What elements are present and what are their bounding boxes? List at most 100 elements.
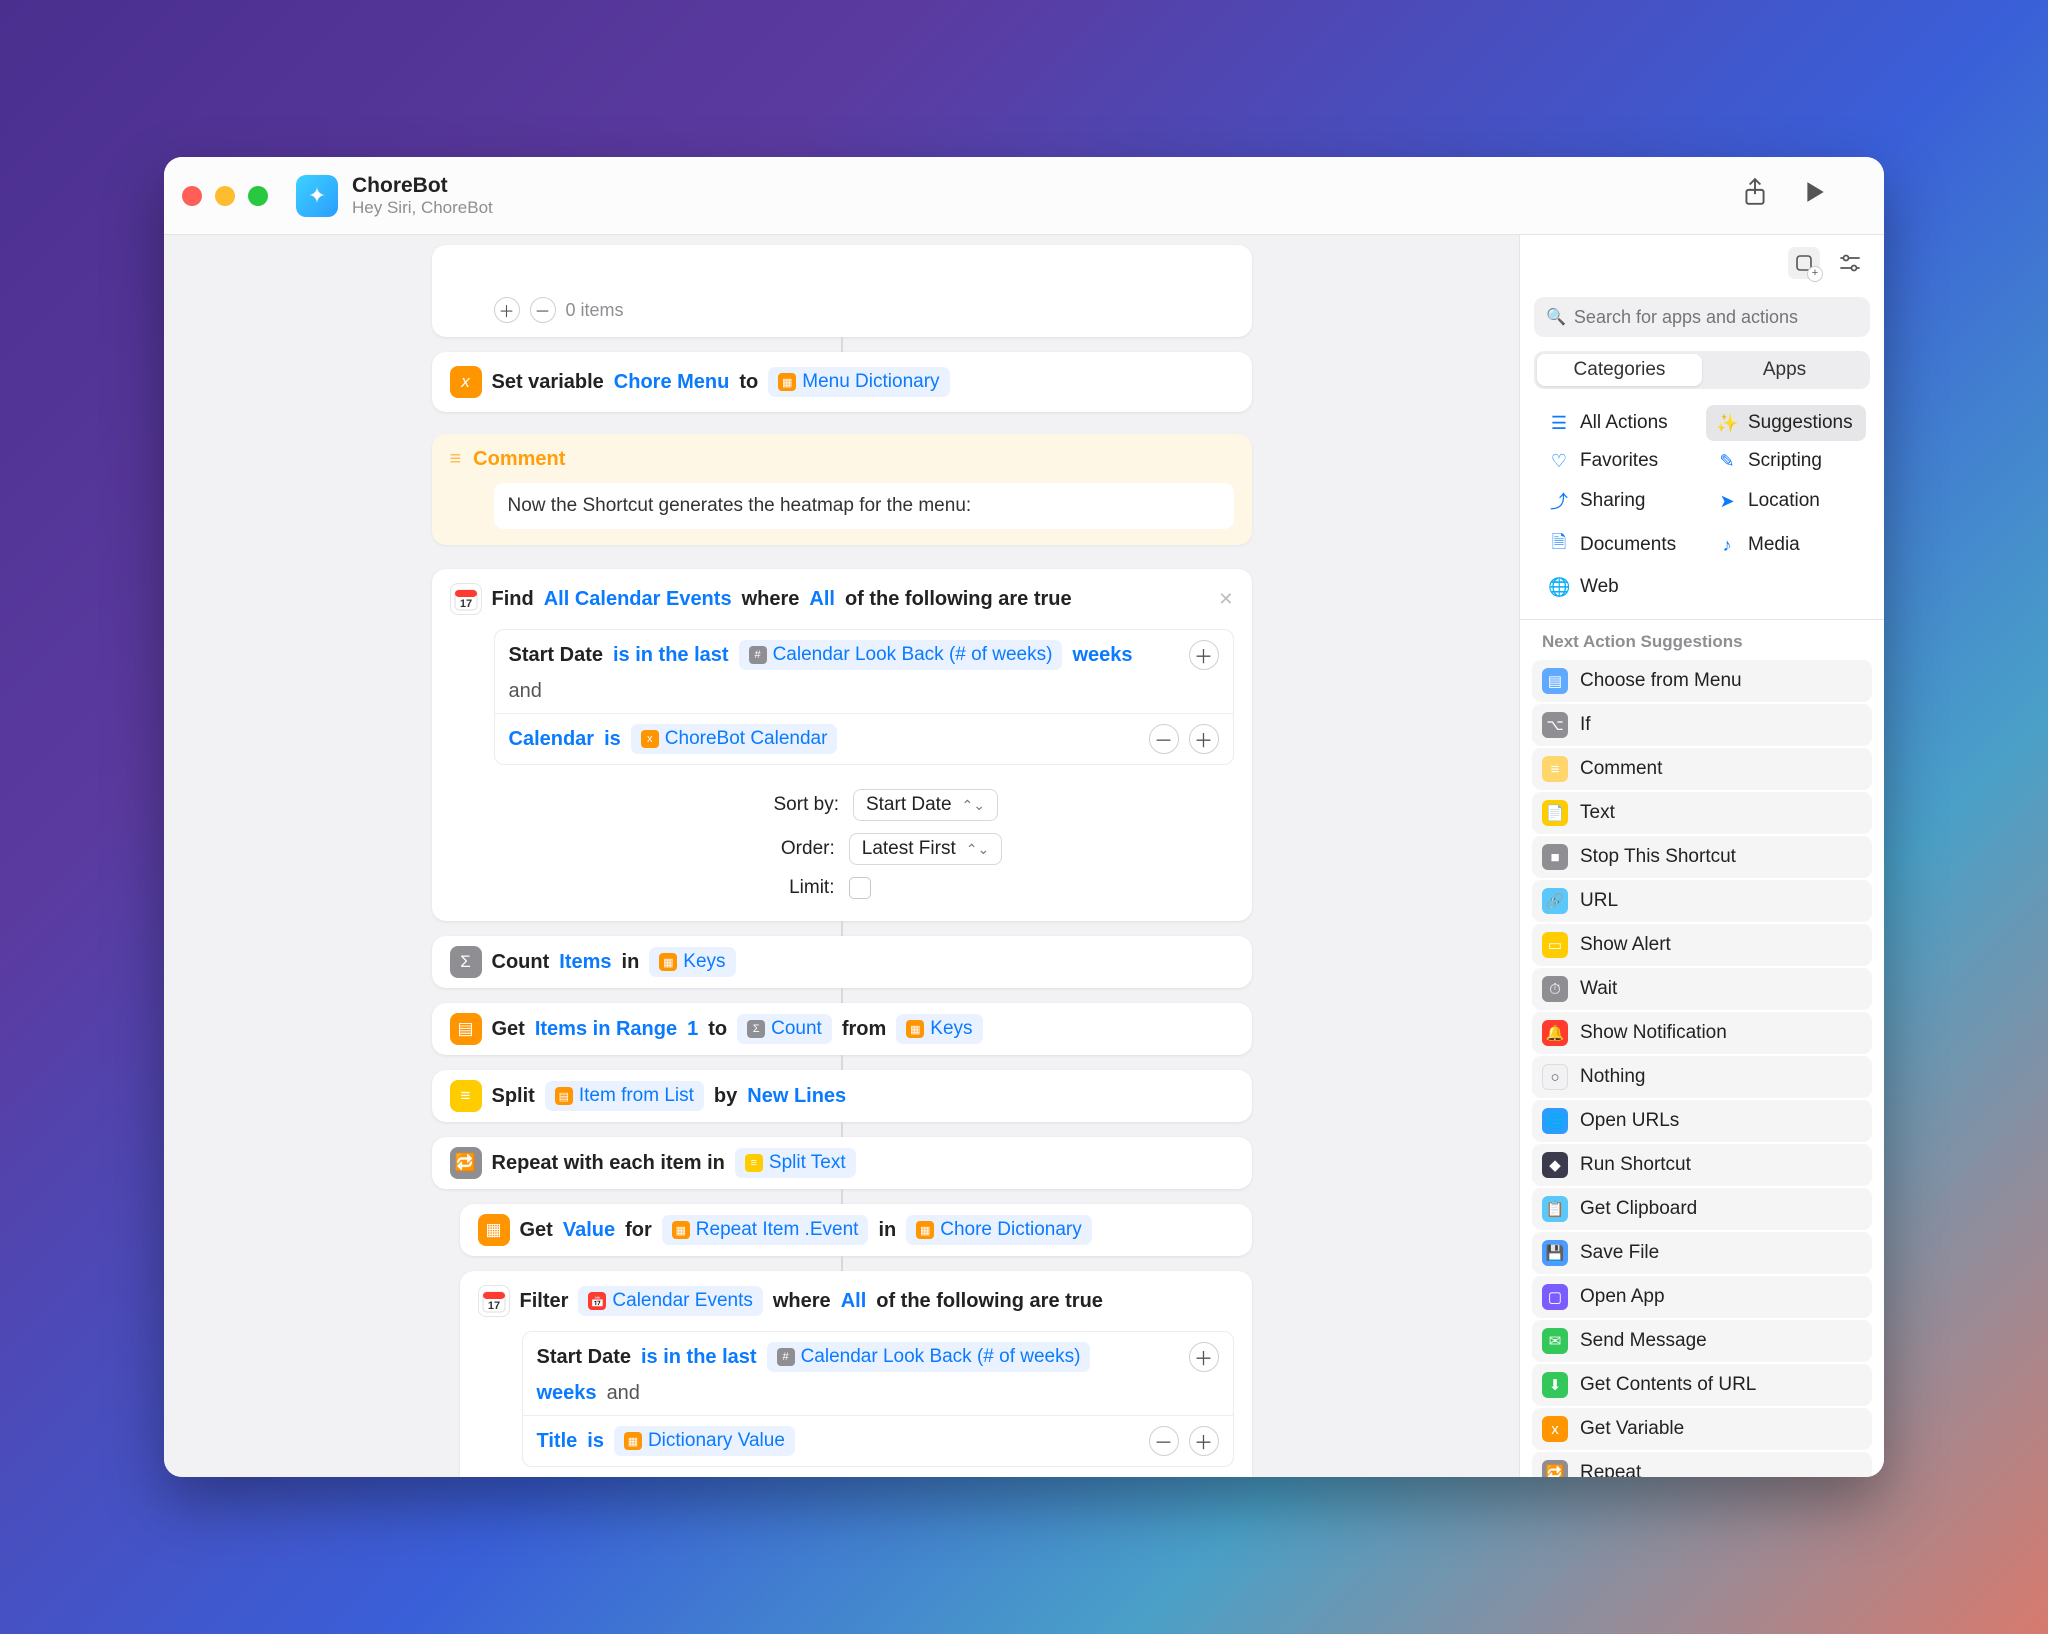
- order-select[interactable]: Latest First⌃⌄: [849, 833, 1002, 865]
- weeks-token-2[interactable]: weeks: [537, 1382, 597, 1405]
- settings-button[interactable]: [1834, 247, 1866, 279]
- tab-apps[interactable]: Apps: [1702, 354, 1867, 386]
- add-filter-button-4[interactable]: ＋: [1189, 1426, 1219, 1456]
- suggestion-item[interactable]: ▢Open App: [1532, 1276, 1872, 1318]
- where-label: where: [742, 588, 800, 611]
- search-icon: 🔍: [1546, 307, 1566, 327]
- repeat-action[interactable]: 🔁 Repeat with each item in ≡Split Text: [432, 1137, 1252, 1189]
- item-from-list-token[interactable]: ▤Item from List: [545, 1081, 704, 1111]
- zoom-window-button[interactable]: [248, 186, 268, 206]
- is-token[interactable]: is: [604, 728, 621, 751]
- suggestion-item[interactable]: ⏱Wait: [1532, 968, 1872, 1010]
- is-in-last-token-2[interactable]: is in the last: [641, 1346, 757, 1369]
- count-action[interactable]: Σ Count Items in ▦Keys: [432, 936, 1252, 988]
- suggestion-item[interactable]: 🔁Repeat: [1532, 1452, 1872, 1477]
- value-token[interactable]: Value: [563, 1219, 615, 1242]
- close-icon[interactable]: ✕: [1218, 589, 1233, 610]
- tab-categories[interactable]: Categories: [1537, 354, 1702, 386]
- menu-dictionary-token[interactable]: ▦Menu Dictionary: [768, 367, 949, 397]
- start-date-field[interactable]: Start Date: [509, 644, 603, 667]
- sort-by-select[interactable]: Start Date⌃⌄: [853, 789, 998, 821]
- repeat-item-token[interactable]: ▦Repeat Item .Event: [662, 1215, 869, 1245]
- suggestion-item[interactable]: ⌥If: [1532, 704, 1872, 746]
- chorebot-calendar-token[interactable]: xChoreBot Calendar: [631, 724, 838, 754]
- keys-token-2[interactable]: ▦Keys: [896, 1014, 982, 1044]
- weeks-token[interactable]: weeks: [1072, 644, 1132, 667]
- close-window-button[interactable]: [182, 186, 202, 206]
- suggestion-item[interactable]: 🌐Open URLs: [1532, 1100, 1872, 1142]
- split-text-token[interactable]: ≡Split Text: [735, 1148, 856, 1178]
- lookback-token[interactable]: #Calendar Look Back (# of weeks): [739, 640, 1063, 670]
- suggestion-item[interactable]: xGet Variable: [1532, 1408, 1872, 1450]
- editor-canvas[interactable]: ＋ － 0 items x Set variable Chore Menu to…: [164, 235, 1520, 1477]
- keys-token[interactable]: ▦Keys: [649, 947, 735, 977]
- cat-media[interactable]: ♪Media: [1706, 523, 1866, 567]
- dictionary-value-token[interactable]: ▦Dictionary Value: [614, 1426, 795, 1456]
- all-token[interactable]: All: [809, 588, 835, 611]
- split-text-action[interactable]: ≡ Split ▤Item from List by New Lines: [432, 1070, 1252, 1122]
- is-in-last-token[interactable]: is in the last: [613, 644, 729, 667]
- cat-favorites[interactable]: ♡Favorites: [1538, 443, 1698, 479]
- suggestion-item[interactable]: ▭Show Alert: [1532, 924, 1872, 966]
- minimize-window-button[interactable]: [215, 186, 235, 206]
- add-filter-button[interactable]: ＋: [1189, 640, 1219, 670]
- comment-text[interactable]: Now the Shortcut generates the heatmap f…: [494, 483, 1234, 529]
- cat-all-actions[interactable]: ☰All Actions: [1538, 405, 1698, 441]
- remove-filter-button-2[interactable]: －: [1149, 1426, 1179, 1456]
- suggestion-item[interactable]: ≡Comment: [1532, 748, 1872, 790]
- suggestion-item[interactable]: 🔗URL: [1532, 880, 1872, 922]
- suggestion-item[interactable]: ✉Send Message: [1532, 1320, 1872, 1362]
- search-field[interactable]: 🔍: [1534, 297, 1870, 337]
- suggestion-item[interactable]: 🔔Show Notification: [1532, 1012, 1872, 1054]
- share-button[interactable]: [1742, 177, 1768, 214]
- cat-documents[interactable]: 🗎Documents: [1538, 523, 1698, 567]
- calendar-events-token[interactable]: 📅Calendar Events: [578, 1286, 762, 1316]
- all-token-2[interactable]: All: [841, 1290, 867, 1313]
- add-action-button[interactable]: [1788, 247, 1820, 279]
- suggestion-label: Choose from Menu: [1580, 670, 1742, 692]
- variable-name-token[interactable]: Chore Menu: [614, 371, 730, 394]
- cat-location[interactable]: ➤Location: [1706, 481, 1866, 521]
- add-filter-button-2[interactable]: ＋: [1189, 724, 1219, 754]
- add-item-button[interactable]: ＋: [494, 297, 520, 323]
- cat-scripting[interactable]: ✎Scripting: [1706, 443, 1866, 479]
- all-calendar-events-token[interactable]: All Calendar Events: [544, 588, 732, 611]
- calendar-field[interactable]: Calendar: [509, 728, 595, 751]
- find-calendar-events-action[interactable]: 17 Find All Calendar Events where All of…: [432, 569, 1252, 921]
- add-filter-button-3[interactable]: ＋: [1189, 1342, 1219, 1372]
- lookback-token-2[interactable]: #Calendar Look Back (# of weeks): [767, 1342, 1091, 1372]
- cat-suggestions[interactable]: ✨Suggestions: [1706, 405, 1866, 441]
- suggestion-label: Run Shortcut: [1580, 1154, 1691, 1176]
- set-variable-action[interactable]: x Set variable Chore Menu to ▦Menu Dicti…: [432, 352, 1252, 412]
- limit-checkbox[interactable]: [849, 877, 871, 899]
- count-magic-token[interactable]: ΣCount: [737, 1014, 832, 1044]
- suggestion-label: Save File: [1580, 1242, 1659, 1264]
- range-start-token[interactable]: 1: [687, 1018, 698, 1041]
- suggestion-item[interactable]: ⬇Get Contents of URL: [1532, 1364, 1872, 1406]
- start-date-field-2[interactable]: Start Date: [537, 1346, 631, 1369]
- items-in-range-token[interactable]: Items in Range: [535, 1018, 677, 1041]
- get-items-in-range-action[interactable]: ▤ Get Items in Range 1 to ΣCount from ▦K…: [432, 1003, 1252, 1055]
- get-dictionary-value-action[interactable]: ▦ Get Value for ▦Repeat Item .Event in ▦…: [460, 1204, 1252, 1256]
- is-token-2[interactable]: is: [587, 1430, 604, 1453]
- filter-calendar-events-action[interactable]: 17 Filter 📅Calendar Events where All of …: [460, 1271, 1252, 1477]
- items-token[interactable]: Items: [559, 951, 611, 974]
- newlines-token[interactable]: New Lines: [747, 1085, 846, 1108]
- dictionary-action[interactable]: ＋ － 0 items: [432, 245, 1252, 337]
- suggestion-item[interactable]: ■Stop This Shortcut: [1532, 836, 1872, 878]
- suggestion-item[interactable]: 📄Text: [1532, 792, 1872, 834]
- comment-action[interactable]: ≡Comment Now the Shortcut generates the …: [432, 434, 1252, 545]
- suggestion-item[interactable]: ○Nothing: [1532, 1056, 1872, 1098]
- suggestion-item[interactable]: 📋Get Clipboard: [1532, 1188, 1872, 1230]
- search-input[interactable]: [1574, 307, 1858, 328]
- remove-filter-button[interactable]: －: [1149, 724, 1179, 754]
- suggestion-item[interactable]: ▤Choose from Menu: [1532, 660, 1872, 702]
- suggestion-item[interactable]: ◆Run Shortcut: [1532, 1144, 1872, 1186]
- cat-web[interactable]: 🌐Web: [1538, 569, 1698, 605]
- chore-dictionary-token[interactable]: ▦Chore Dictionary: [906, 1215, 1092, 1245]
- suggestion-item[interactable]: 💾Save File: [1532, 1232, 1872, 1274]
- title-field[interactable]: Title: [537, 1430, 578, 1453]
- remove-item-button[interactable]: －: [530, 297, 556, 323]
- run-button[interactable]: [1804, 180, 1826, 211]
- cat-sharing[interactable]: ⤴Sharing: [1538, 481, 1698, 521]
